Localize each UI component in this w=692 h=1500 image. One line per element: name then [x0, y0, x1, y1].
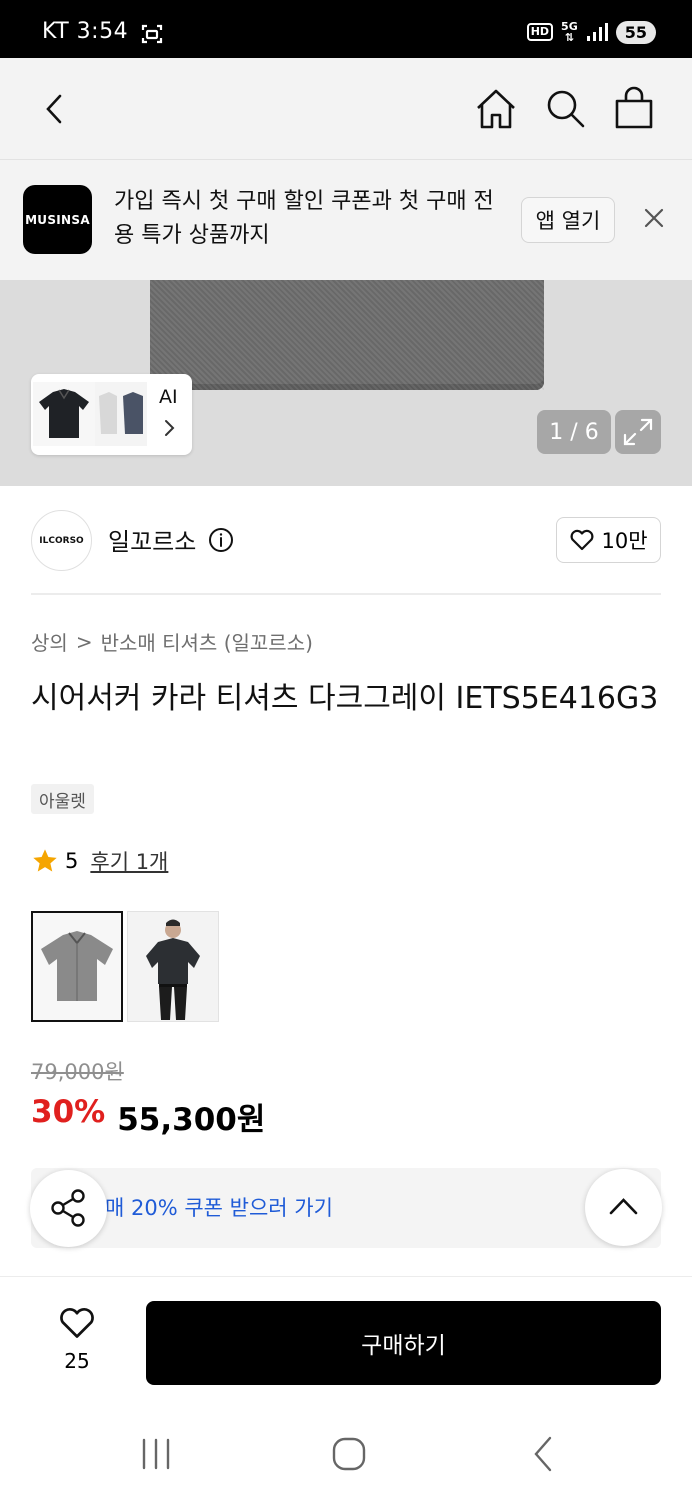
heart-icon [571, 529, 594, 551]
coupon-text[interactable]: 매 20% 쿠폰 받으러 가기 [105, 1192, 333, 1222]
system-nav-bar [0, 1406, 692, 1500]
product-image-gallery[interactable]: AI 1 / 6 [0, 280, 692, 486]
sale-price: 55,300원 [117, 1102, 266, 1138]
scroll-top-button[interactable] [585, 1169, 662, 1246]
product-image [150, 280, 544, 390]
network-type: 5G [561, 20, 578, 33]
status-carrier-time: KT 3:54 [42, 19, 128, 44]
status-indicators: HD 5G ⇅ 55 [526, 18, 656, 46]
review-link[interactable]: 후기 1개 [90, 846, 168, 876]
signal-icon [586, 23, 608, 41]
status-carrier: KT [42, 19, 70, 44]
wishlist-button[interactable]: 25 [52, 1305, 102, 1373]
close-icon[interactable] [640, 204, 668, 232]
breadcrumb-category[interactable]: 상의 [31, 627, 68, 656]
screen-record-icon [141, 24, 163, 44]
back-icon[interactable] [32, 86, 78, 132]
rating-row: 5 후기 1개 [31, 846, 168, 876]
color-option-selected[interactable] [31, 911, 123, 1022]
original-price: 79,000원 [31, 1060, 124, 1084]
shirt-thumb-navy-icon [119, 382, 147, 446]
product-title: 시어서커 카라 티셔츠 다크그레이 IETS5E416G3 [31, 681, 659, 716]
buy-button[interactable]: 구매하기 [146, 1301, 661, 1385]
breadcrumb-subcategory[interactable]: 반소매 티셔츠 (일꼬르소) [101, 627, 313, 656]
chevron-up-icon [609, 1198, 638, 1215]
color-option-model[interactable] [127, 911, 219, 1022]
network-5g-icon: 5G ⇅ [561, 20, 578, 44]
breadcrumb: 상의 > 반소매 티셔츠 (일꼬르소) [31, 627, 313, 656]
brand-name[interactable]: 일꼬르소 [108, 522, 196, 557]
home-nav-icon[interactable] [329, 1434, 369, 1474]
status-time: 3:54 [76, 19, 129, 44]
promo-message: 가입 즉시 첫 구매 할인 쿠폰과 첫 구매 전용 특가 상품까지 [114, 189, 494, 248]
price-row: 30% 55,300원 [31, 1094, 265, 1139]
breadcrumb-separator: > [75, 629, 93, 654]
expand-icon[interactable] [615, 410, 661, 454]
hd-voice-icon: HD [526, 23, 554, 41]
share-button[interactable] [30, 1170, 107, 1247]
ai-recommend-card[interactable]: AI [31, 374, 192, 455]
wishlist-count: 25 [64, 1349, 90, 1373]
app-install-banner: MUSINSA 가입 즉시 첫 구매 할인 쿠폰과 첫 구매 전용 특가 상품까… [0, 160, 692, 280]
divider [31, 593, 661, 595]
product-thumbnail-model [128, 912, 218, 1021]
search-icon[interactable] [542, 86, 588, 132]
brand-logo[interactable]: ILCORSO [31, 510, 92, 571]
shopping-bag-icon[interactable] [611, 86, 657, 132]
coupon-bar[interactable]: 매 20% 쿠폰 받으러 가기 [31, 1168, 661, 1248]
discount-rate: 30% [31, 1094, 106, 1130]
brand-like-button[interactable]: 10만 [556, 517, 661, 563]
shirt-thumb-black-icon [33, 382, 95, 446]
brand-like-count: 10만 [601, 529, 648, 553]
image-page-counter: 1 / 6 [537, 410, 611, 454]
product-thumbnail-gray [33, 913, 121, 1020]
home-icon[interactable] [473, 86, 519, 132]
open-app-button[interactable]: 앱 열기 [521, 197, 615, 243]
app-header [0, 58, 692, 160]
shirt-thumb-light-icon [95, 382, 121, 446]
chevron-right-icon [165, 420, 175, 436]
share-icon [51, 1189, 85, 1227]
back-nav-icon[interactable] [524, 1434, 564, 1474]
musinsa-logo: MUSINSA [23, 185, 92, 254]
ai-label: AI [159, 386, 178, 408]
heart-icon [60, 1308, 94, 1338]
brand-row: ILCORSO 일꼬르소 10만 [0, 486, 692, 594]
recent-apps-icon[interactable] [136, 1434, 176, 1474]
status-bar: KT 3:54 HD 5G ⇅ 55 [0, 0, 692, 58]
info-icon[interactable] [208, 527, 234, 553]
outlet-badge: 아울렛 [31, 784, 94, 814]
rating-value: 5 [65, 849, 79, 873]
battery-indicator: 55 [615, 20, 656, 44]
star-icon [33, 849, 57, 872]
bottom-action-bar: 25 구매하기 [0, 1276, 692, 1406]
